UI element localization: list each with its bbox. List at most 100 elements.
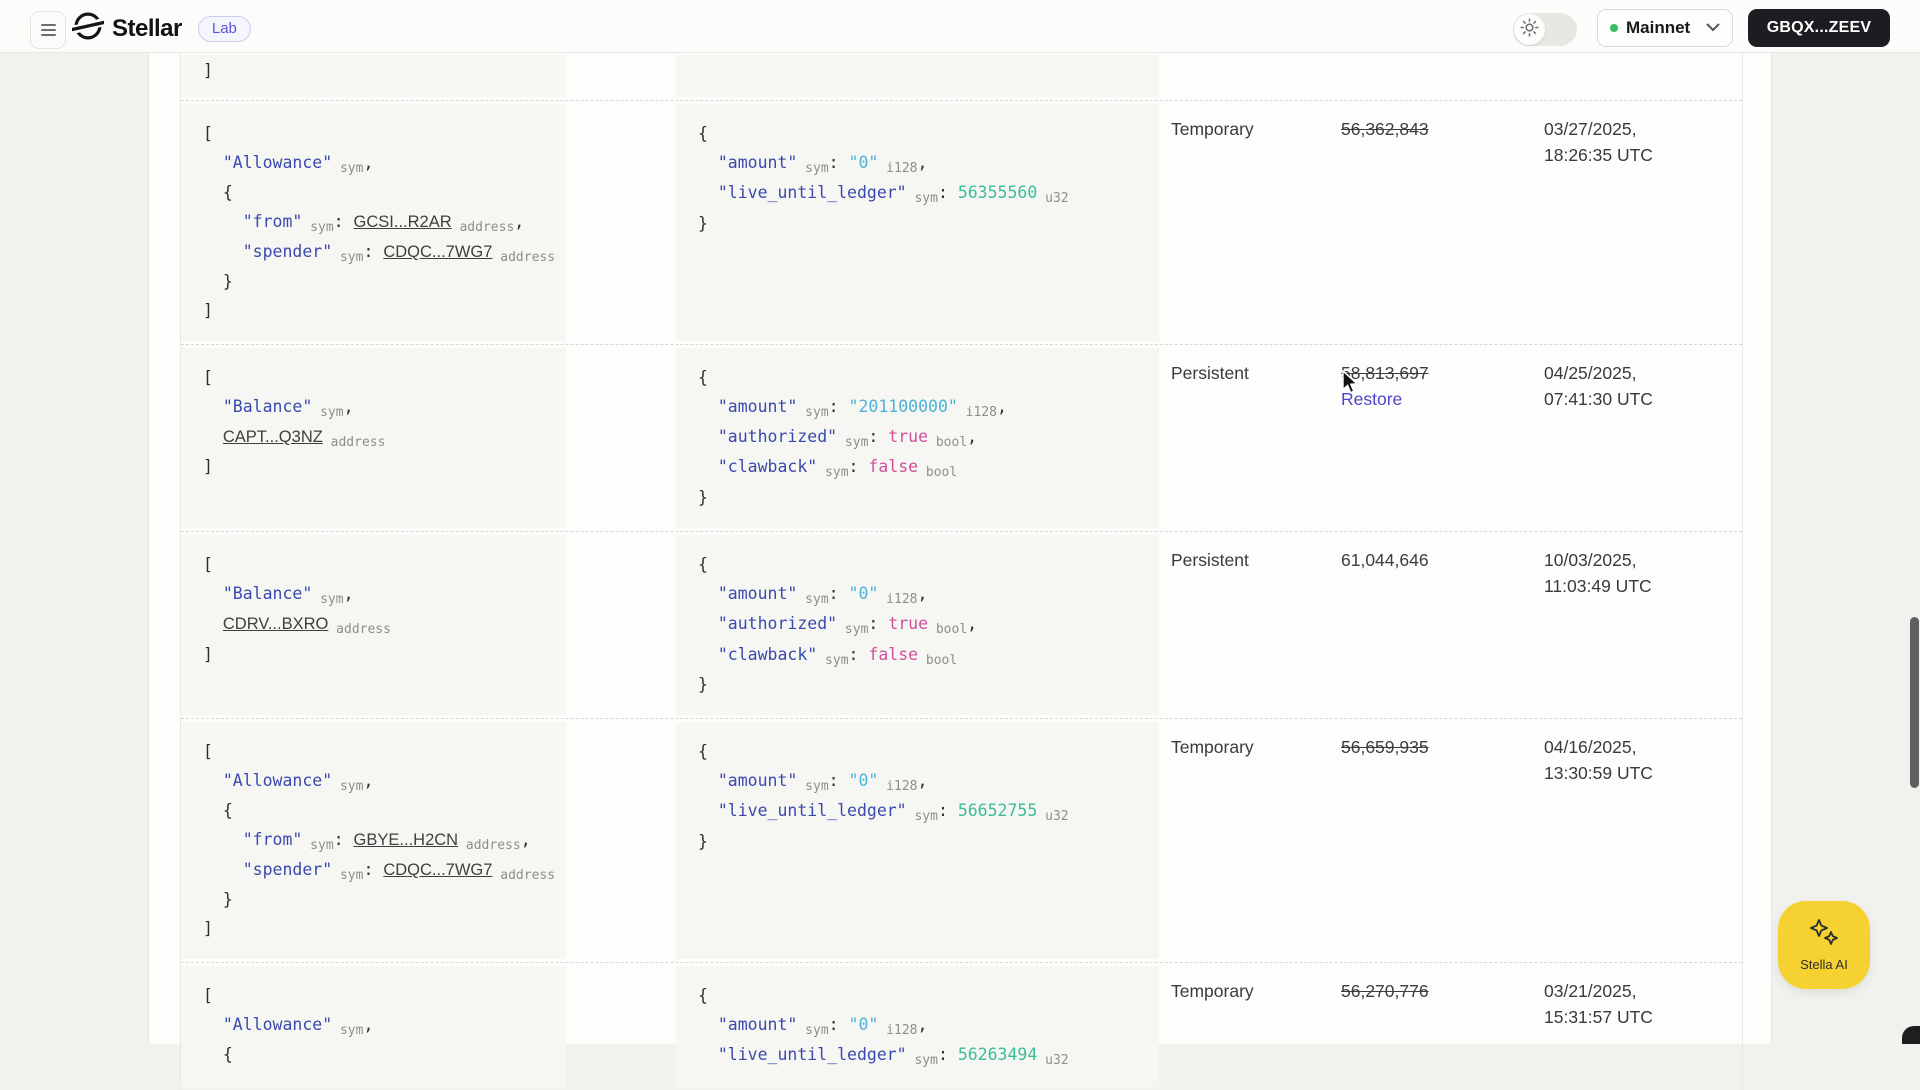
code-token: sym <box>312 404 344 420</box>
code-token: , <box>917 770 928 790</box>
code-token: sym <box>797 160 829 176</box>
address-link[interactable]: CDQC...7WG7 <box>383 861 492 879</box>
address-link[interactable]: GCSI...R2AR <box>354 213 452 231</box>
storage-type-label: Persistent <box>1171 550 1249 571</box>
updated-date-cell: 03/21/2025, 15:31:57 UTC <box>1544 981 1653 1028</box>
network-status-dot <box>1610 24 1618 32</box>
top-navbar: Stellar Lab Mainnet GBQX...ZEEV <box>0 0 1920 53</box>
code-token: sym <box>797 404 829 420</box>
code-token: : <box>363 859 384 879</box>
table-row: [ "Allowance" sym, { "from" sym: GCSI...… <box>181 100 1742 344</box>
menu-button[interactable] <box>30 11 66 49</box>
code-token: [ <box>203 742 213 762</box>
code-token: address <box>492 250 556 266</box>
theme-toggle[interactable] <box>1513 13 1577 46</box>
code-token: sym <box>312 591 344 607</box>
code-token: ] <box>203 644 213 664</box>
code-token: : <box>828 770 849 790</box>
code-token: } <box>203 272 233 292</box>
storage-type-label: Temporary <box>1171 119 1254 140</box>
code-token: "Allowance" <box>222 1014 333 1034</box>
code-token: , <box>363 770 374 790</box>
code-token: "Allowance" <box>222 770 333 790</box>
code-token: u32 <box>1037 191 1069 207</box>
code-token: true <box>888 614 929 634</box>
table-row: [ "Balance" sym, CDRV...BXRO address] { "… <box>181 531 1742 718</box>
restore-link[interactable]: Restore <box>1341 386 1429 412</box>
entry-value-code <box>676 55 1159 98</box>
code-token: "0" <box>848 1014 879 1034</box>
code-token: "live_until_ledger" <box>717 1044 907 1064</box>
code-token: : <box>828 583 849 603</box>
code-token: i128 <box>957 404 997 420</box>
code-token: { <box>698 742 708 762</box>
code-token: "amount" <box>717 152 798 172</box>
ttl-ledger-cell: 56,270,776 <box>1341 978 1429 1004</box>
code-token: : <box>937 183 958 203</box>
code-token: address <box>492 867 556 883</box>
code-token: sym <box>797 591 829 607</box>
network-label: Mainnet <box>1626 18 1691 37</box>
stella-ai-button[interactable]: Stella AI <box>1778 901 1870 989</box>
sparkles-icon <box>1805 918 1843 955</box>
address-link[interactable]: GBYE...H2CN <box>354 831 459 849</box>
ttl-ledger-cell: 56,362,843 <box>1341 116 1429 142</box>
ttl-ledger-number: 61,044,646 <box>1341 550 1429 571</box>
entry-key-code: [ "Balance" sym, CAPT...Q3NZ address] <box>181 348 566 529</box>
code-token: address <box>451 219 515 235</box>
account-button[interactable]: GBQX...ZEEV <box>1748 9 1890 47</box>
address-link[interactable]: CAPT...Q3NZ <box>223 428 323 446</box>
chevron-down-icon <box>1706 19 1720 37</box>
network-selector[interactable]: Mainnet <box>1597 9 1733 47</box>
code-token: [ <box>203 368 213 388</box>
code-token: sym <box>332 160 364 176</box>
code-token: "0" <box>848 770 879 790</box>
address-link[interactable]: CDRV...BXRO <box>223 615 328 633</box>
code-token: "clawback" <box>717 644 818 664</box>
code-token: 56263494 <box>957 1044 1038 1064</box>
ttl-ledger-number: 56,362,843 <box>1341 119 1429 140</box>
code-token: "spender" <box>242 859 333 879</box>
code-token: , <box>520 829 531 849</box>
code-token: } <box>698 674 708 694</box>
updated-date-cell: 10/03/2025, 11:03:49 UTC <box>1544 550 1652 597</box>
code-token: bool <box>918 652 958 668</box>
entry-key-code: [ "Balance" sym, CDRV...BXRO address] <box>181 535 566 716</box>
code-token: "live_until_ledger" <box>717 183 907 203</box>
address-link[interactable]: CDQC...7WG7 <box>383 243 492 261</box>
code-token: ] <box>203 918 213 938</box>
brand[interactable]: Stellar Lab <box>67 10 251 47</box>
code-token: , <box>917 1014 928 1034</box>
code-token: address <box>458 837 521 853</box>
brand-name: Stellar <box>112 14 182 42</box>
vertical-scrollbar[interactable] <box>1910 617 1919 788</box>
code-token: [ <box>203 986 213 1006</box>
code-token: "0" <box>848 583 879 603</box>
code-token: sym <box>332 867 364 883</box>
storage-type-label: Persistent <box>1171 363 1249 384</box>
code-token: sym <box>302 219 334 235</box>
code-token: { <box>698 986 708 1006</box>
ttl-ledger-number: 56,270,776 <box>1341 981 1429 1002</box>
code-token: sym <box>906 191 938 207</box>
code-token: sym <box>302 837 334 853</box>
code-token: ] <box>203 300 213 320</box>
ttl-ledger-number: 58,813,697 <box>1341 363 1429 384</box>
code-token: address <box>328 622 391 638</box>
code-token: { <box>698 124 708 144</box>
code-token: false <box>868 457 919 477</box>
code-token: "amount" <box>717 770 798 790</box>
entry-value-code: { "amount" sym: "0" i128, "authorized" s… <box>676 535 1159 716</box>
code-token: : <box>828 152 849 172</box>
code-token: , <box>967 614 978 634</box>
code-token: [ <box>203 555 213 575</box>
entry-key-code: ] <box>181 55 566 98</box>
code-token: bool <box>918 465 958 481</box>
code-token: : <box>363 242 384 262</box>
